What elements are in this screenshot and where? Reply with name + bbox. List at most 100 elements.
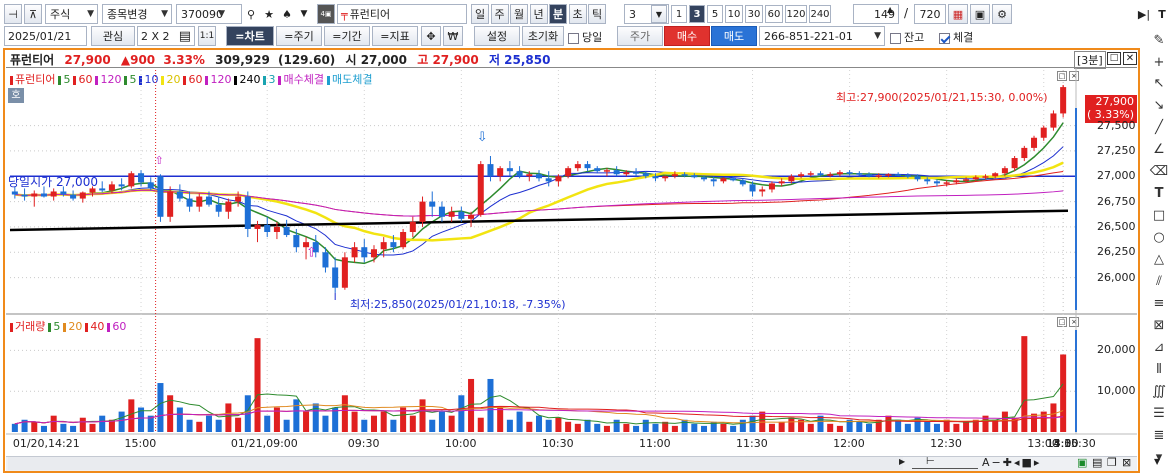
candle-body <box>701 177 708 180</box>
volume-bar <box>99 415 106 432</box>
volume-bar <box>623 423 630 432</box>
volume-bar <box>904 423 911 432</box>
volume-bar <box>448 415 455 432</box>
volume-bar <box>866 423 873 432</box>
volume-bar <box>157 383 164 432</box>
low-annotation: 최저:25,850(2025/01/21,10:18, -7.35%) <box>350 298 566 311</box>
candle-body <box>633 172 640 174</box>
volume-bar <box>788 417 795 432</box>
eraser-icon[interactable]: ⌫ <box>1148 161 1170 181</box>
candle-body <box>924 179 931 182</box>
candle-body <box>487 164 494 177</box>
candle-body <box>283 226 290 236</box>
ray-icon[interactable]: ↘ <box>1148 95 1170 115</box>
zoom-slider[interactable] <box>912 456 978 469</box>
candle-body <box>730 178 737 181</box>
candle-body <box>943 182 950 184</box>
candle-body <box>662 176 669 179</box>
volume-bar <box>1060 354 1067 432</box>
candle-body <box>681 174 688 176</box>
high-annotation: 최고:27,900(2025/01/21,15:30, 0.00%) <box>836 91 1048 104</box>
zoom-controls[interactable]: A−✚◂■▸ <box>982 456 1041 469</box>
time-tick: 15:30 <box>1064 437 1096 450</box>
candlestick-chart[interactable]: ⇧ ⇧ ⇩ <box>0 0 1142 476</box>
cycle-lines-icon[interactable]: ∭ <box>1148 381 1170 401</box>
fibonacci-icon[interactable]: ☰ <box>1148 403 1170 423</box>
candle-body <box>1011 158 1018 169</box>
candle-body <box>293 235 300 248</box>
price-tick: 27,250 <box>1097 143 1136 157</box>
price-tick: 27,000 <box>1097 169 1136 183</box>
slider-handle-icon[interactable]: ⊢ <box>926 456 935 467</box>
fibonacci-box-icon[interactable]: ⊠ <box>1148 315 1170 335</box>
volume-bar <box>70 425 77 432</box>
line-icon[interactable]: ╱ <box>1148 117 1170 137</box>
save-small-icon[interactable]: ▤ <box>1092 456 1102 469</box>
close-small-icon[interactable]: ⊠ <box>1122 456 1131 469</box>
candle-body <box>914 176 921 180</box>
candle-body <box>235 196 242 202</box>
sell-arrow-icon: ⇩ <box>477 130 488 145</box>
candle-body <box>21 194 28 197</box>
volume-bar <box>419 399 426 432</box>
candle-body <box>671 174 678 177</box>
volume-bar <box>128 399 135 432</box>
excel-icon[interactable]: ▣ <box>1077 456 1087 469</box>
scroll-down-icon[interactable]: ▼ <box>1154 457 1160 466</box>
volume-bar <box>836 425 843 432</box>
buy-arrow-icon: ⇧ <box>154 154 163 167</box>
copy-icon[interactable]: ❐ <box>1107 456 1117 469</box>
candle-body <box>205 196 212 205</box>
candle-body <box>846 172 853 174</box>
candle-body <box>361 247 368 258</box>
horizontal-scrollbar[interactable] <box>8 457 903 470</box>
candle-body <box>225 201 232 212</box>
circle-icon[interactable]: ○ <box>1148 227 1170 247</box>
candle-body <box>341 257 348 288</box>
volume-tick: 10,000 <box>1097 384 1136 398</box>
triangle-icon[interactable]: △ <box>1148 249 1170 269</box>
gann-icon[interactable]: ⊿ <box>1148 337 1170 357</box>
candle-body <box>409 221 416 232</box>
vertical-lines-icon[interactable]: ⦀ <box>1148 359 1170 379</box>
rectangle-icon[interactable]: □ <box>1148 205 1170 225</box>
plus-line-icon[interactable]: + <box>1148 52 1170 72</box>
text-tool-icon[interactable]: T <box>1154 4 1170 24</box>
pencil-icon[interactable]: ✎ <box>1148 30 1170 50</box>
volume-bar <box>584 419 591 432</box>
candle-body <box>458 211 465 219</box>
speed-lines-icon[interactable]: ≣ <box>1148 425 1170 445</box>
scroll-right-icon[interactable]: ▶ <box>899 457 905 466</box>
candle-body <box>836 172 843 175</box>
time-tick: 11:00 <box>638 437 671 450</box>
channel-icon[interactable]: ≡ <box>1148 293 1170 313</box>
volume-bar <box>351 411 358 432</box>
candle-body <box>545 178 552 182</box>
candle-body <box>50 191 57 197</box>
candle-body <box>468 214 475 219</box>
volume-bar <box>390 419 397 432</box>
candle-body <box>322 252 329 268</box>
volume-bar <box>293 399 300 432</box>
angle-icon[interactable]: ∠ <box>1148 139 1170 159</box>
candle-body <box>332 267 339 288</box>
text-icon[interactable]: T <box>1148 183 1170 203</box>
volume-bar <box>409 415 416 432</box>
candle-body <box>264 224 271 232</box>
volume-bar <box>1031 413 1038 432</box>
candle-body <box>273 226 280 232</box>
buy-arrow-icon: ⇧ <box>306 245 317 260</box>
candle-body <box>506 168 513 172</box>
parallel-icon[interactable]: ⫽ <box>1148 271 1170 291</box>
volume-bar <box>768 423 775 432</box>
volume-bar <box>11 423 18 432</box>
volume-bar <box>953 423 960 432</box>
arrow-tool-icon[interactable]: ↖ <box>1148 73 1170 93</box>
candle-body <box>167 191 174 217</box>
candle-body <box>516 171 523 177</box>
time-tick: 01/20,14:21 <box>12 437 80 450</box>
volume-bar <box>633 425 640 432</box>
volume-bar <box>701 425 708 432</box>
candle-body <box>138 173 145 183</box>
candle-body <box>885 174 892 176</box>
